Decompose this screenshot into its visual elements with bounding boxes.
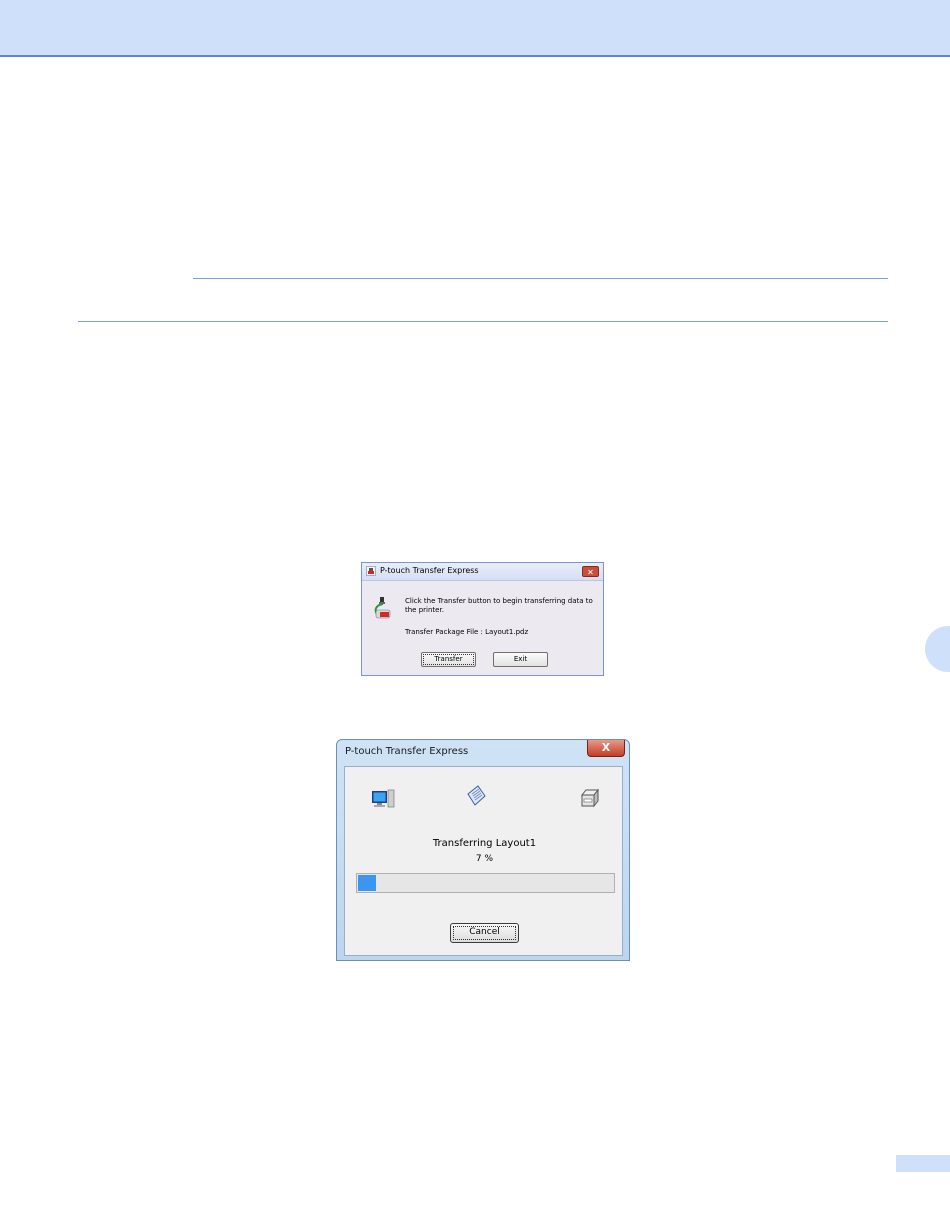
close-button[interactable]: ✕: [582, 566, 599, 577]
transfer-progress-dialog: P-touch Transfer Express X Transferring …: [336, 739, 630, 961]
transfer-button[interactable]: Transfer: [421, 652, 476, 667]
dialog-title: P-touch Transfer Express: [380, 566, 479, 575]
progress-bar: [356, 873, 615, 893]
progress-percent-text: 7 %: [475, 854, 494, 864]
transfer-status-text: Transferring Layout1: [432, 838, 537, 849]
note-bottom-rule: [78, 321, 888, 322]
transfer-confirm-dialog: P-touch Transfer Express ✕ Click the Tra…: [361, 562, 604, 676]
note-top-rule: [193, 278, 888, 279]
page-number-tab: [896, 1155, 950, 1172]
chapter-tab: [925, 626, 950, 672]
package-file-text: Transfer Package File : Layout1.pdz: [405, 628, 529, 636]
app-icon: [366, 566, 376, 576]
close-button[interactable]: X: [587, 740, 625, 757]
page-header-band: [0, 0, 950, 57]
exit-button[interactable]: Exit: [493, 652, 548, 667]
cancel-button[interactable]: Cancel: [450, 923, 519, 943]
dialog-client-area: Transferring Layout1 7 % Cancel: [344, 766, 623, 956]
instruction-text: Click the Transfer button to begin trans…: [405, 597, 593, 614]
document-icon: [467, 785, 486, 806]
title-bar: P-touch Transfer Express ✕: [362, 563, 603, 581]
dialog-title: P-touch Transfer Express: [345, 746, 469, 757]
transfer-icon: [374, 597, 391, 619]
printer-icon: [580, 788, 600, 808]
computer-icon: [372, 789, 395, 808]
progress-bar-fill: [358, 875, 376, 891]
